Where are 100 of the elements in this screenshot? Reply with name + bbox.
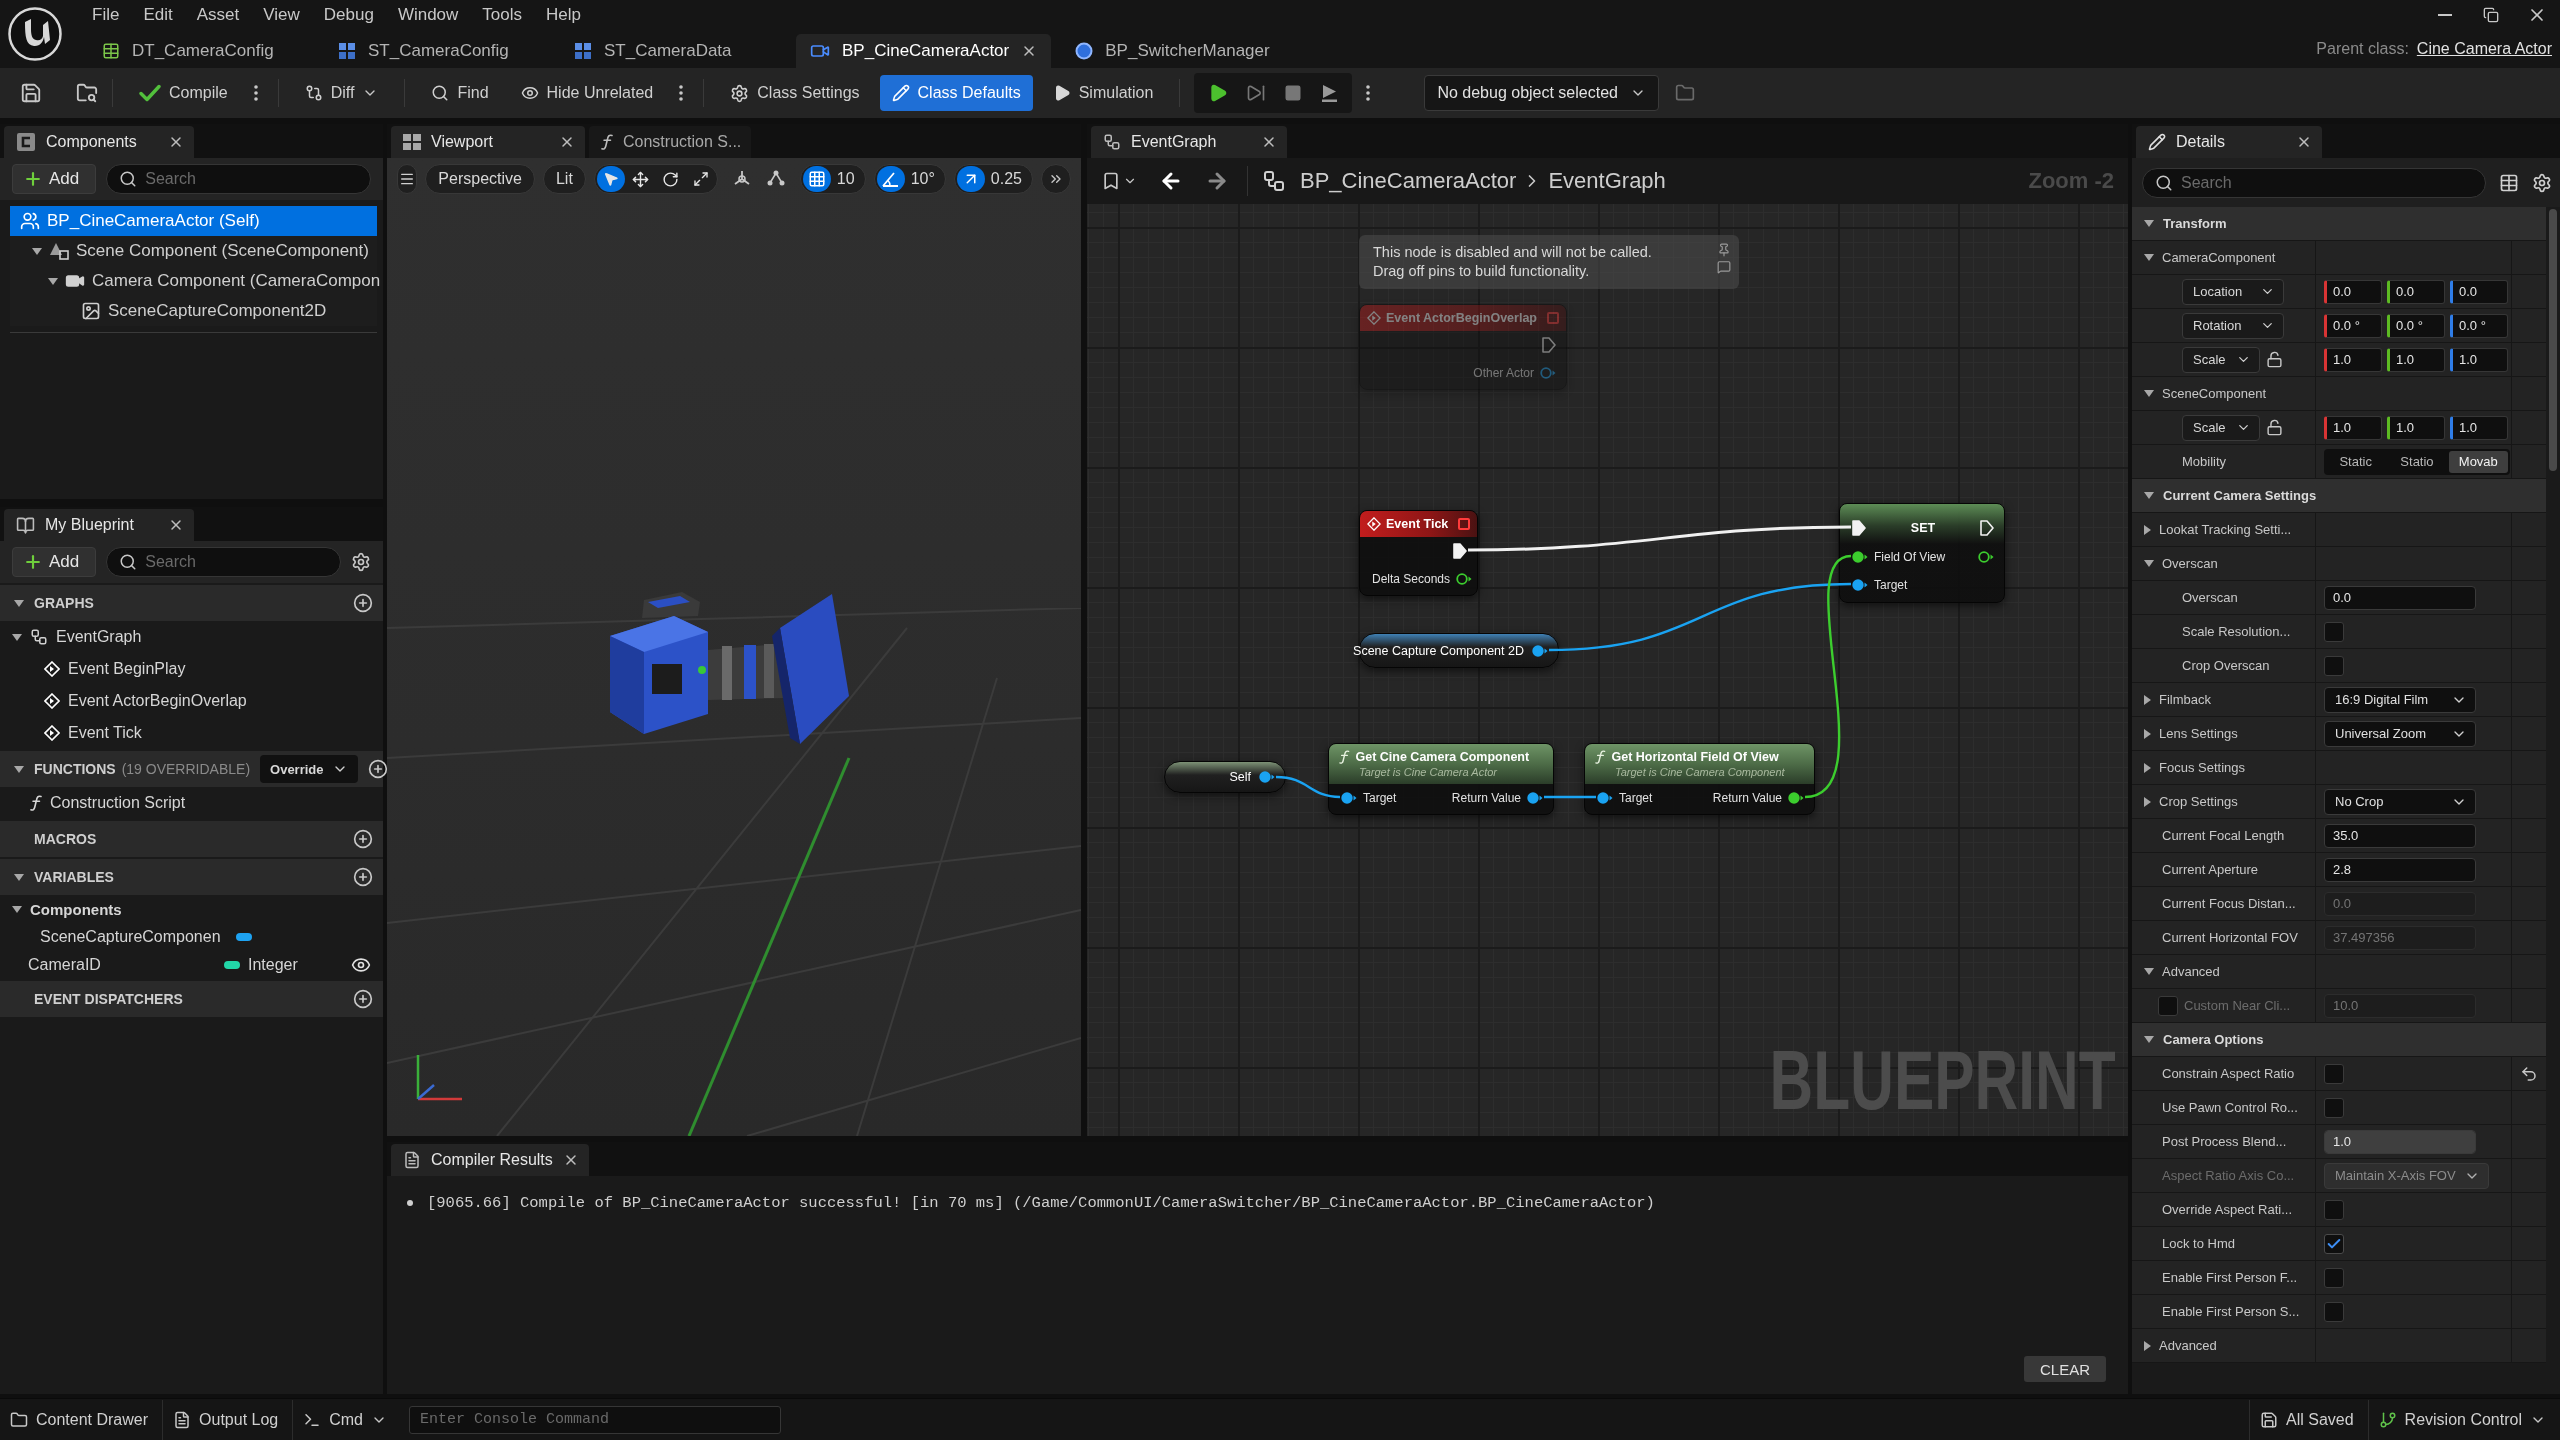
square-pin-icon[interactable] [1458, 518, 1470, 530]
parent-class-link[interactable]: Cine Camera Actor [2416, 40, 2552, 58]
data-pin-icon[interactable] [1788, 792, 1804, 804]
caret-right-icon[interactable] [2144, 728, 2151, 739]
vector-component-field[interactable]: 0.0 ° [2450, 313, 2508, 338]
function-node[interactable]: Get Cine Camera Component Target is Cine Camera Actor Target Return Value [1328, 743, 1554, 815]
close-icon[interactable] [168, 134, 184, 150]
caret-down-icon[interactable] [14, 873, 24, 881]
data-pin-icon[interactable] [1852, 551, 1868, 563]
section-header[interactable]: Camera Options [2132, 1023, 2546, 1057]
document-tab[interactable]: ST_CameraData [560, 34, 786, 68]
number-field[interactable]: 2.8 [2324, 857, 2476, 882]
checkbox[interactable] [2324, 1233, 2344, 1254]
play-icon[interactable] [1208, 83, 1229, 103]
panel-tab[interactable]: Components [4, 126, 194, 158]
transform-tool-button[interactable] [596, 166, 625, 192]
panel-tab[interactable]: Construction S... [589, 126, 752, 158]
caret-down-icon[interactable] [14, 765, 24, 773]
add-circle-icon[interactable] [353, 829, 373, 849]
lighting-button[interactable]: Lit [542, 164, 586, 194]
event-node[interactable]: Event Tick Delta Seconds [1359, 510, 1478, 596]
vector-component-field[interactable]: 0.0 ° [2387, 313, 2445, 338]
set-node[interactable]: SET Field Of View Target [1839, 503, 2005, 603]
component-item[interactable]: BP_CineCameraActor (Self) [10, 206, 377, 236]
vector-component-field[interactable]: 1.0 [2324, 415, 2382, 440]
add-circle-icon[interactable] [367, 759, 388, 779]
content-drawer-button[interactable]: Content Drawer [0, 1399, 163, 1440]
revision-control-button[interactable]: Revision Control [2368, 1399, 2560, 1440]
skip-forward-icon[interactable] [1246, 83, 1267, 103]
data-pin-icon[interactable] [1978, 551, 1994, 563]
blueprint-item[interactable]: Event Tick [0, 717, 383, 749]
number-field[interactable]: 35.0 [2324, 823, 2476, 848]
section-title[interactable]: GRAPHS [34, 595, 94, 611]
menu-item[interactable]: Asset [184, 1, 252, 29]
caret-down-icon[interactable] [12, 633, 22, 641]
search-field[interactable]: Search [2142, 167, 2486, 198]
menu-item[interactable]: Tools [470, 1, 535, 29]
section-title[interactable]: MACROS [34, 831, 97, 847]
section-title[interactable]: EVENT DISPATCHERS [34, 991, 183, 1007]
console-input[interactable]: Enter Console Command [409, 1405, 781, 1434]
caret-down-icon[interactable] [2144, 1036, 2154, 1043]
section-header[interactable]: Current Camera Settings [2132, 479, 2546, 513]
property-group[interactable]: Crop Settings [2144, 794, 2238, 809]
caret-right-icon[interactable] [2144, 762, 2151, 773]
caret-down-icon[interactable] [2144, 492, 2154, 499]
checkbox[interactable] [2324, 621, 2344, 642]
close-icon[interactable] [559, 134, 575, 150]
breadcrumb-link[interactable]: EventGraph [1548, 168, 1666, 194]
data-pin-icon[interactable] [1527, 792, 1543, 804]
property-group[interactable]: Advanced [2144, 1338, 2217, 1353]
save-status-button[interactable]: All Saved [2250, 1399, 2368, 1440]
clear-button[interactable]: CLEAR [2023, 1356, 2106, 1382]
caret-down-icon[interactable] [2144, 220, 2154, 227]
document-tab[interactable]: ST_CameraConfig [324, 34, 550, 68]
dropdown[interactable]: Universal Zoom [2324, 720, 2476, 747]
variable-name[interactable]: CameraID [28, 956, 224, 974]
blueprint-item[interactable]: Event ActorBeginOverlap [0, 685, 383, 717]
transform-mode-dropdown[interactable]: Scale [2182, 346, 2260, 373]
property-group[interactable]: Filmback [2144, 692, 2211, 707]
caret-down-icon[interactable] [2144, 968, 2154, 975]
diff-button[interactable]: Diff [292, 75, 391, 111]
snap-value[interactable]: 0.25 [986, 166, 1030, 192]
folder-icon[interactable] [1674, 83, 1695, 103]
property-group[interactable]: Overscan [2144, 556, 2218, 571]
open-padlock-icon[interactable] [2266, 351, 2283, 368]
search-field[interactable]: Search [106, 164, 371, 194]
data-pin-icon[interactable] [1852, 579, 1868, 591]
vector-component-field[interactable]: 1.0 [2450, 415, 2508, 440]
mode-button[interactable]: Class Defaults [879, 75, 1033, 111]
compile-button[interactable]: Compile [127, 75, 240, 111]
transform-mode-dropdown[interactable]: Location [2182, 278, 2284, 305]
vector-component-field[interactable]: 0.0 [2387, 279, 2445, 304]
segment-option[interactable]: Movab [2448, 450, 2508, 473]
pin-icon[interactable] [1717, 243, 1731, 257]
add-circle-icon[interactable] [353, 867, 373, 887]
graph-item[interactable]: EventGraph [0, 621, 383, 653]
snap-toggle[interactable] [876, 166, 905, 192]
checkbox[interactable] [2324, 1063, 2344, 1084]
caret-down-icon[interactable] [2144, 254, 2154, 261]
function-node[interactable]: Get Horizontal Field Of View Target is Cine Camera Component Target Return Value [1584, 743, 1815, 815]
more-tools-button[interactable] [1041, 164, 1071, 194]
menu-button[interactable] [397, 164, 418, 194]
gear-icon[interactable] [351, 552, 371, 572]
snap-toggle[interactable] [956, 166, 985, 192]
panel-tab[interactable]: Viewport [391, 126, 585, 158]
data-pin-icon[interactable] [1597, 792, 1613, 804]
panel-tab[interactable]: EventGraph [1091, 126, 1287, 158]
exec-pin-icon[interactable] [1453, 543, 1467, 559]
panel-tab[interactable]: Compiler Results [391, 1144, 589, 1176]
vector-component-field[interactable]: 0.0 [2450, 279, 2508, 304]
save-icon[interactable] [20, 82, 42, 104]
find-button[interactable]: Find [419, 75, 501, 111]
section-title[interactable]: VARIABLES [34, 869, 114, 885]
checkbox[interactable] [2324, 1301, 2344, 1322]
search-field[interactable]: Search [106, 547, 341, 577]
menu-item[interactable]: Window [385, 1, 471, 29]
document-tab[interactable]: BP_CineCameraActor [796, 34, 1052, 68]
caret-right-icon[interactable] [2144, 1340, 2151, 1351]
transform-mode-dropdown[interactable]: Rotation [2182, 312, 2284, 339]
exec-pin-icon[interactable] [1852, 520, 1866, 536]
